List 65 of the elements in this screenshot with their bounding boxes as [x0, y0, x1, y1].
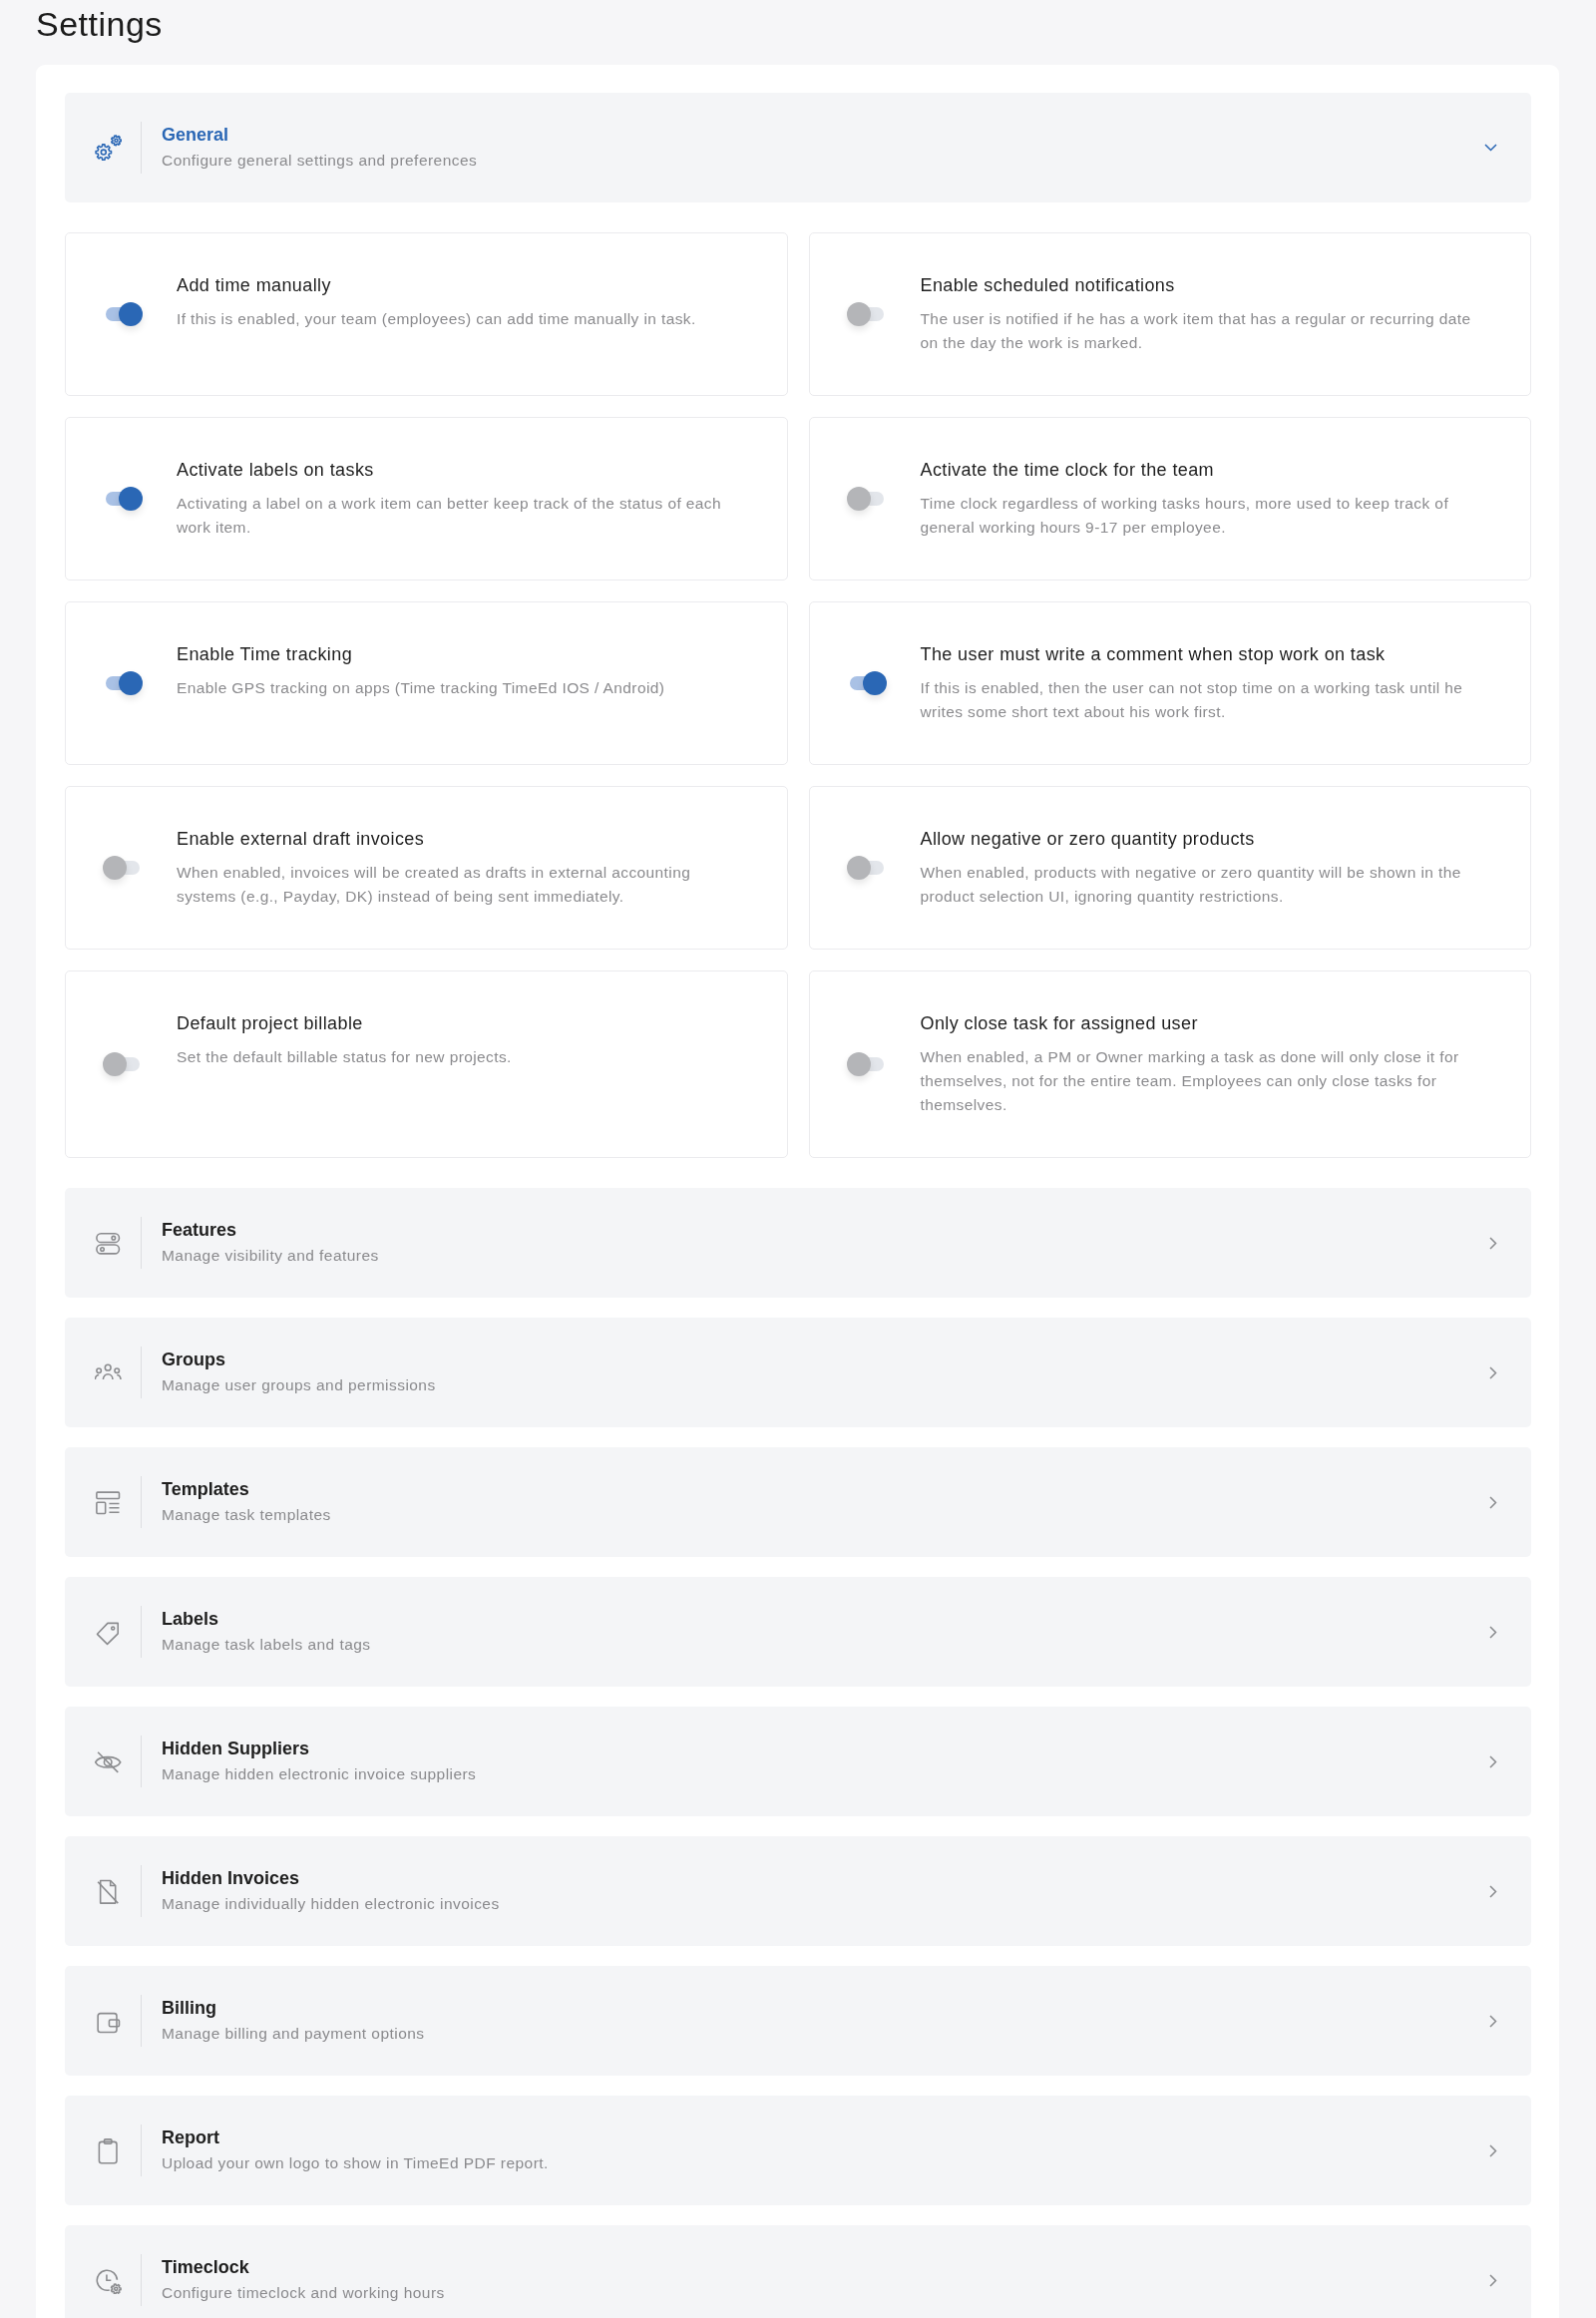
chevron-right-icon[interactable] [1489, 1495, 1497, 1509]
section-title: Report [162, 2126, 219, 2148]
chevron-right-icon[interactable] [1489, 1884, 1497, 1898]
gears-icon [95, 134, 122, 162]
setting-title: Activate labels on tasks [177, 459, 374, 482]
chevron-right-icon[interactable] [1489, 1365, 1497, 1379]
document-slash-icon [95, 1877, 122, 1905]
chevron-right-icon[interactable] [1489, 1754, 1497, 1768]
setting-title: Enable Time tracking [177, 643, 353, 666]
section-header[interactable]: Billing Manage billing and payment options [65, 1966, 1531, 2076]
setting-title: Only close task for assigned user [920, 1012, 1198, 1035]
section-header[interactable]: Features Manage visibility and features [65, 1188, 1531, 1298]
section-header[interactable]: Timeclock Configure timeclock and working hours [65, 2225, 1531, 2318]
section-description: Configure general settings and preferences [162, 151, 478, 171]
section-description: Configure timeclock and working hours [162, 2283, 445, 2303]
setting-description: When enabled, products with negative or zero quantity will be shown in the product selection UI, ignoring quantity restrictions. [920, 863, 1462, 907]
section-title: Features [162, 1219, 237, 1241]
section-title: Hidden Invoices [162, 1867, 300, 1889]
section-description: Manage task templates [162, 1505, 331, 1525]
setting-title: Default project billable [177, 1012, 363, 1035]
section-description: Upload your own logo to show in TimeEd PDF report. [162, 2153, 549, 2173]
section-description: Manage task labels and tags [162, 1635, 371, 1655]
setting-description: If this is enabled, your team (employees) can add time manually in task. [177, 309, 696, 329]
section-header[interactable]: Templates Manage task templates [65, 1447, 1531, 1557]
section-title: General [162, 124, 229, 146]
section-title: Labels [162, 1608, 219, 1630]
chevron-right-icon[interactable] [1489, 1625, 1497, 1639]
section-title: Hidden Suppliers [162, 1738, 310, 1759]
setting-title: Allow negative or zero quantity products [920, 828, 1255, 851]
section-header[interactable]: Hidden Invoices Manage individually hidden electronic invoices [65, 1836, 1531, 1946]
section-description: Manage hidden electronic invoice suppliers [162, 1764, 477, 1784]
page-title: Settings [36, 4, 163, 45]
section-title: Timeclock [162, 2256, 249, 2278]
section-header[interactable]: Report Upload your own logo to show in TimeEd PDF report. [65, 2096, 1531, 2205]
setting-description: The user is notified if he has a work item that has a regular or recurring date on the day the work is marked. [920, 309, 1472, 353]
chevron-right-icon[interactable] [1489, 2143, 1497, 2157]
setting-title: Activate the time clock for the team [920, 459, 1215, 482]
section-description: Manage individually hidden electronic invoices [162, 1894, 500, 1914]
setting-description: When enabled, a PM or Owner marking a task as done will only close it for themselves, not for the entire team. Employees can only close tasks for themselves. [920, 1047, 1460, 1115]
section-header[interactable]: Hidden Suppliers Manage hidden electronic invoice suppliers [65, 1707, 1531, 1816]
setting-description: Time clock regardless of working tasks hours, more used to keep track of general working hours 9-17 per employee. [920, 494, 1450, 538]
section-header[interactable]: General Configure general settings and preferences [65, 93, 1531, 202]
chevron-down-icon[interactable] [1484, 144, 1497, 152]
section-description: Manage user groups and permissions [162, 1375, 436, 1395]
clock-gear-icon [95, 2266, 122, 2294]
layout-icon [95, 1488, 122, 1516]
section-description: Manage visibility and features [162, 1246, 379, 1266]
setting-title: The user must write a comment when stop work on task [920, 643, 1386, 666]
setting-description: When enabled, invoices will be created as drafts in external accounting systems (e.g., Payday, DK) instead of being sent immediately. [177, 863, 692, 907]
section-title: Templates [162, 1478, 249, 1500]
setting-title: Add time manually [177, 274, 331, 297]
setting-description: Activating a label on a work item can better keep track of the status of each work item. [177, 494, 723, 538]
setting-description: If this is enabled, then the user can not stop time on a working task until he writes some short text about his work first. [920, 678, 1464, 722]
chevron-right-icon[interactable] [1489, 1236, 1497, 1250]
setting-description: Set the default billable status for new projects. [177, 1047, 512, 1067]
section-header[interactable]: Groups Manage user groups and permissions [65, 1318, 1531, 1427]
setting-title: Enable external draft invoices [177, 828, 425, 851]
section-header[interactable]: Labels Manage task labels and tags [65, 1577, 1531, 1687]
setting-description: Enable GPS tracking on apps (Time tracking TimeEd IOS / Android) [177, 678, 665, 698]
section-title: Billing [162, 1997, 216, 2019]
section-title: Groups [162, 1349, 225, 1370]
chevron-right-icon[interactable] [1489, 2273, 1497, 2287]
section-description: Manage billing and payment options [162, 2024, 425, 2044]
chevron-right-icon[interactable] [1489, 2014, 1497, 2028]
setting-title: Enable scheduled notifications [920, 274, 1175, 297]
